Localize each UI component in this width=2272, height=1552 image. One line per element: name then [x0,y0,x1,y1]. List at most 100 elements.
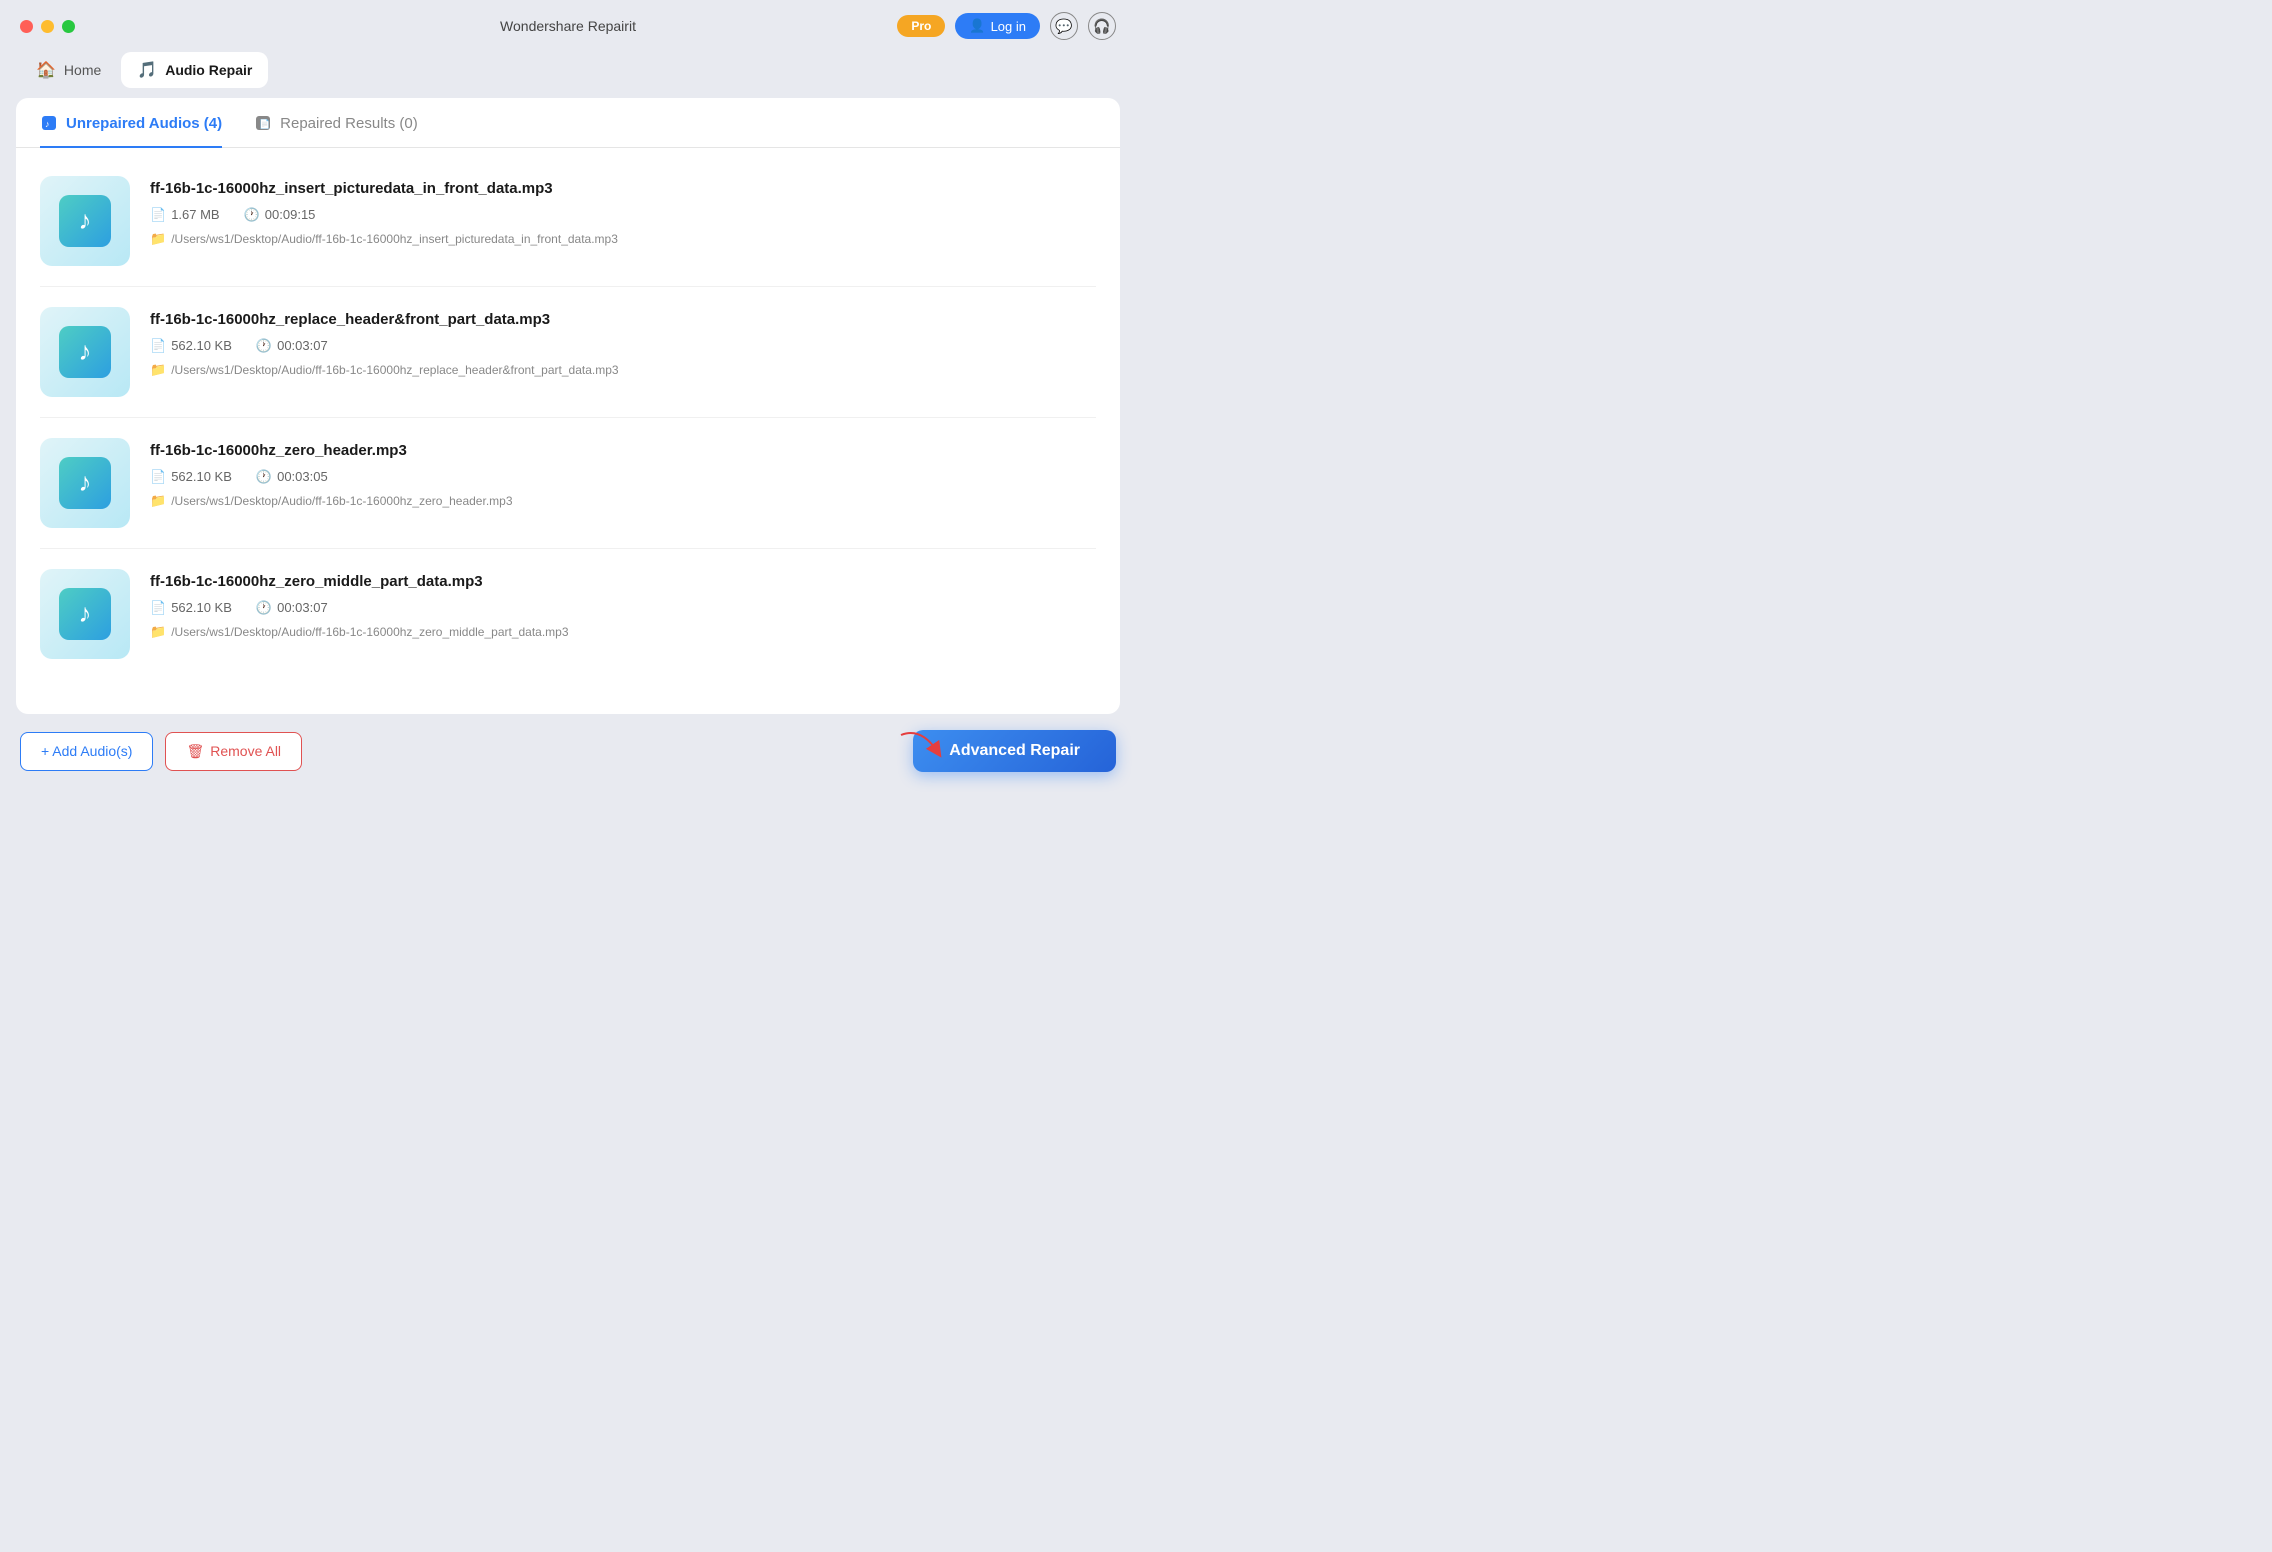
file-meta: 📄 562.10 KB 🕐 00:03:07 [150,600,1096,616]
file-path: 📁 /Users/ws1/Desktop/Audio/ff-16b-1c-160… [150,362,1096,378]
file-thumb-inner: ♪ [59,588,111,640]
minimize-button[interactable] [41,20,54,33]
maximize-button[interactable] [62,20,75,33]
bottom-bar: + Add Audio(s) 🗑 Remove All Advanced Rep… [0,714,1136,788]
file-list: ♪ ff-16b-1c-16000hz_insert_picturedata_i… [16,148,1120,715]
file-path: 📁 /Users/ws1/Desktop/Audio/ff-16b-1c-160… [150,231,1096,247]
folder-icon: 📁 [150,231,166,247]
file-item: ♪ ff-16b-1c-16000hz_insert_picturedata_i… [40,156,1096,287]
trash-icon: 🗑 [186,743,204,760]
file-info: ff-16b-1c-16000hz_zero_header.mp3 📄 562.… [150,438,1096,509]
remove-all-label: Remove All [210,743,281,759]
folder-icon: 📁 [150,493,166,509]
file-meta: 📄 1.67 MB 🕐 00:09:15 [150,207,1096,223]
main-content: ♪ Unrepaired Audios (4) 📄 Repaired Resul… [16,98,1120,714]
file-size-value: 1.67 MB [171,207,219,222]
file-name: ff-16b-1c-16000hz_zero_header.mp3 [150,442,1096,459]
svg-text:♪: ♪ [45,119,50,129]
file-size-value: 562.10 KB [171,338,232,353]
arrow-svg [896,723,946,763]
file-info: ff-16b-1c-16000hz_zero_middle_part_data.… [150,569,1096,640]
file-path-value: /Users/ws1/Desktop/Audio/ff-16b-1c-16000… [171,363,618,377]
chat-icon[interactable]: 💬 [1050,12,1078,40]
folder-icon: 📁 [150,362,166,378]
tab-repaired[interactable]: 📄 Repaired Results (0) [254,114,418,148]
file-size-value: 562.10 KB [171,469,232,484]
file-duration: 🕐 00:03:05 [256,469,328,485]
audio-repair-icon: 🎵 [137,60,157,80]
arrow-indicator [896,723,946,768]
nav-audio-repair[interactable]: 🎵 Audio Repair [121,52,268,88]
title-bar-right: Pro 👤 Log in 💬 🎧 [897,12,1116,40]
file-duration: 🕐 00:09:15 [244,207,316,223]
file-size: 📄 562.10 KB [150,600,232,616]
tab-unrepaired-label: Unrepaired Audios (4) [66,115,222,132]
file-size-icon: 📄 [150,338,166,354]
user-icon: 👤 [969,18,985,34]
file-size-icon: 📄 [150,469,166,485]
file-duration-value: 00:03:05 [277,469,328,484]
clock-icon: 🕐 [256,338,272,354]
file-path: 📁 /Users/ws1/Desktop/Audio/ff-16b-1c-160… [150,493,1096,509]
file-duration: 🕐 00:03:07 [256,338,328,354]
music-note-icon: ♪ [79,205,92,236]
tabs-bar: ♪ Unrepaired Audios (4) 📄 Repaired Resul… [16,98,1120,148]
traffic-lights [20,20,75,33]
file-path-value: /Users/ws1/Desktop/Audio/ff-16b-1c-16000… [171,494,512,508]
nav-bar: 🏠 Home 🎵 Audio Repair [0,48,1136,98]
bottom-left-buttons: + Add Audio(s) 🗑 Remove All [20,732,302,771]
file-size-icon: 📄 [150,600,166,616]
repaired-tab-icon: 📄 [254,114,272,132]
home-icon: 🏠 [36,60,56,80]
folder-icon: 📁 [150,624,166,640]
music-note-icon: ♪ [79,598,92,629]
file-duration-value: 00:03:07 [277,338,328,353]
file-meta: 📄 562.10 KB 🕐 00:03:05 [150,469,1096,485]
file-item: ♪ ff-16b-1c-16000hz_replace_header&front… [40,287,1096,418]
file-duration-value: 00:03:07 [277,600,328,615]
pro-badge[interactable]: Pro [897,15,945,37]
clock-icon: 🕐 [244,207,260,223]
nav-audio-repair-label: Audio Repair [165,62,252,78]
remove-all-button[interactable]: 🗑 Remove All [165,732,302,771]
file-path: 📁 /Users/ws1/Desktop/Audio/ff-16b-1c-160… [150,624,1096,640]
file-meta: 📄 562.10 KB 🕐 00:03:07 [150,338,1096,354]
file-thumb-inner: ♪ [59,326,111,378]
close-button[interactable] [20,20,33,33]
file-thumbnail: ♪ [40,438,130,528]
nav-home-label: Home [64,62,101,78]
file-size-value: 562.10 KB [171,600,232,615]
file-thumbnail: ♪ [40,569,130,659]
svg-text:📄: 📄 [259,118,270,129]
clock-icon: 🕐 [256,600,272,616]
login-button[interactable]: 👤 Log in [955,13,1040,39]
file-info: ff-16b-1c-16000hz_replace_header&front_p… [150,307,1096,378]
file-name: ff-16b-1c-16000hz_replace_header&front_p… [150,311,1096,328]
file-duration: 🕐 00:03:07 [256,600,328,616]
clock-icon: 🕐 [256,469,272,485]
headphone-icon[interactable]: 🎧 [1088,12,1116,40]
nav-home[interactable]: 🏠 Home [20,52,117,88]
music-note-icon: ♪ [79,336,92,367]
tab-repaired-label: Repaired Results (0) [280,115,418,132]
file-path-value: /Users/ws1/Desktop/Audio/ff-16b-1c-16000… [171,625,568,639]
tab-unrepaired[interactable]: ♪ Unrepaired Audios (4) [40,114,222,148]
app-title: Wondershare Repairit [500,18,636,34]
file-name: ff-16b-1c-16000hz_insert_picturedata_in_… [150,180,1096,197]
file-thumbnail: ♪ [40,176,130,266]
music-note-icon: ♪ [79,467,92,498]
file-size: 📄 1.67 MB [150,207,220,223]
file-item: ♪ ff-16b-1c-16000hz_zero_middle_part_dat… [40,549,1096,679]
add-audio-button[interactable]: + Add Audio(s) [20,732,153,771]
file-item: ♪ ff-16b-1c-16000hz_zero_header.mp3 📄 56… [40,418,1096,549]
file-name: ff-16b-1c-16000hz_zero_middle_part_data.… [150,573,1096,590]
file-size-icon: 📄 [150,207,166,223]
file-size: 📄 562.10 KB [150,338,232,354]
file-size: 📄 562.10 KB [150,469,232,485]
file-duration-value: 00:09:15 [265,207,316,222]
file-thumbnail: ♪ [40,307,130,397]
file-thumb-inner: ♪ [59,195,111,247]
unrepaired-tab-icon: ♪ [40,114,58,132]
title-bar: Wondershare Repairit Pro 👤 Log in 💬 🎧 [0,0,1136,48]
file-path-value: /Users/ws1/Desktop/Audio/ff-16b-1c-16000… [171,232,618,246]
